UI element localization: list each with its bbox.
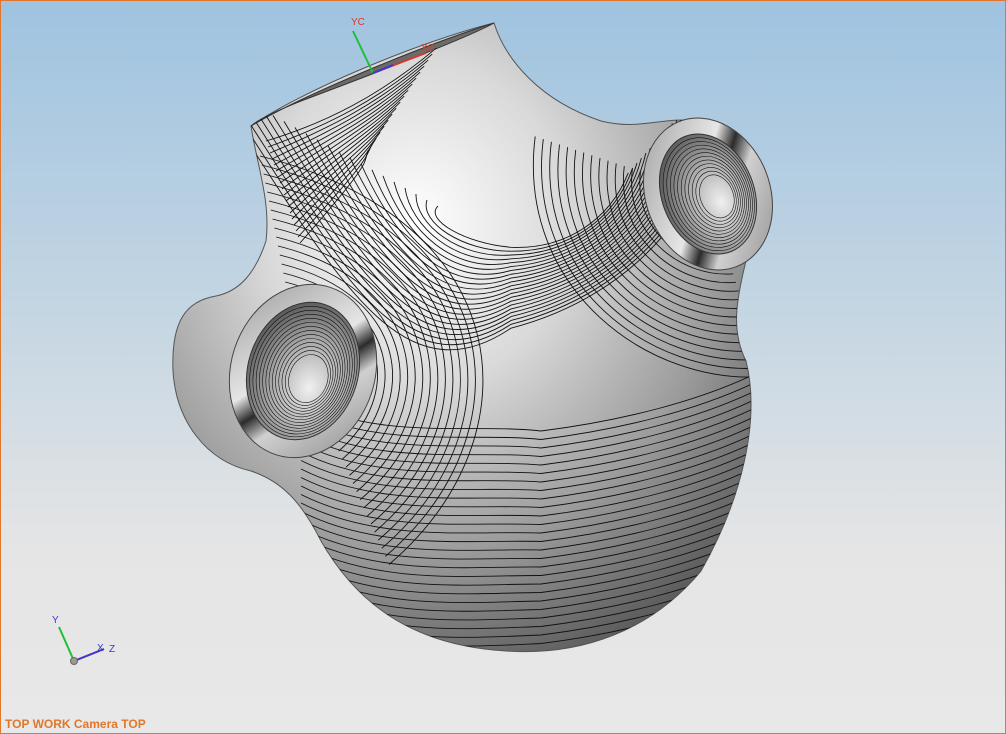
wcs-y-label: YC	[351, 17, 365, 28]
wcs-y-axis	[352, 30, 374, 74]
graphics-viewport[interactable]: YC XC Y X Z TOP WORK Camera TOP	[0, 0, 1006, 734]
model-scene[interactable]: YC XC Y X Z	[1, 1, 1006, 734]
triad-y-label: Y	[52, 615, 59, 626]
orientation-triad: Y X Z	[52, 615, 115, 665]
view-name-label: TOP WORK Camera TOP	[5, 717, 146, 731]
triad-z-label: Z	[109, 644, 115, 655]
wcs-x-label: XC	[421, 43, 435, 54]
triad-x-label: X	[97, 643, 104, 654]
triad-origin	[70, 657, 78, 665]
triad-y-axis	[58, 626, 75, 662]
